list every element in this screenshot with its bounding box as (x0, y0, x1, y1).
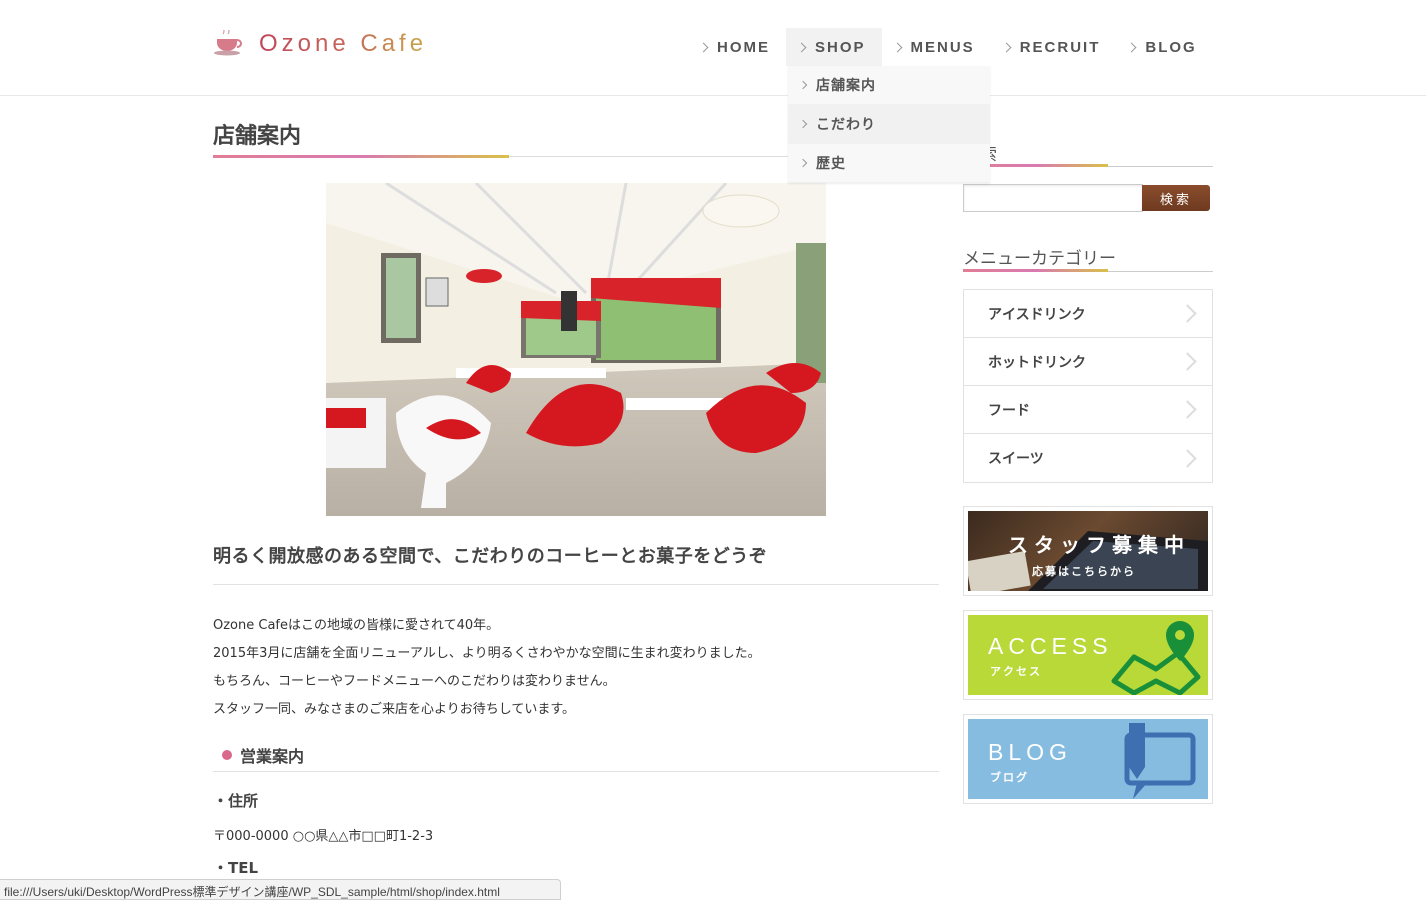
category-widget-title: メニューカテゴリー (963, 249, 1116, 269)
chevron-right-icon (892, 42, 902, 52)
search-button[interactable]: 検索 (1142, 185, 1210, 211)
main-nav: HOME SHOP MENUS RECRUIT BLOG (688, 28, 1213, 66)
banner-image: スタッフ募集中 応募はこちらから (968, 511, 1208, 591)
dropdown-label: こだわり (816, 117, 876, 133)
nav-shop[interactable]: SHOP (786, 28, 882, 66)
logo-text: Ozone Cafe (259, 30, 428, 57)
category-label: アイスドリンク (988, 306, 1086, 323)
title-accent-bar (213, 155, 509, 158)
nav-recruit[interactable]: RECRUIT (991, 28, 1117, 66)
chevron-right-icon (798, 80, 808, 90)
shop-dropdown-menu: 店舗案内 こだわり 歴史 (788, 66, 990, 183)
banner-image: BLOG ブログ (968, 719, 1208, 799)
map-pin-icon (1111, 621, 1201, 695)
chevron-right-icon (1178, 352, 1197, 371)
category-label: ホットドリンク (988, 354, 1086, 371)
dropdown-label: 歴史 (816, 156, 846, 172)
nav-label: BLOG (1145, 38, 1197, 56)
widget-accent-bar (963, 269, 1108, 272)
category-item-food[interactable]: フード (964, 386, 1212, 434)
business-info-heading: 営業案内 (213, 739, 939, 772)
lead-divider (213, 584, 939, 585)
coffee-cup-icon (213, 28, 245, 58)
chevron-right-icon (798, 119, 808, 129)
category-label: スイーツ (988, 451, 1044, 467)
page-title: 店舗案内 (213, 124, 302, 149)
blog-banner[interactable]: BLOG ブログ (963, 714, 1213, 804)
dropdown-item-kodawari[interactable]: こだわり (788, 105, 990, 144)
chevron-right-icon (1126, 42, 1137, 52)
search-input[interactable] (963, 184, 1143, 212)
nav-label: HOME (717, 38, 770, 56)
dropdown-item-shop-info[interactable]: 店舗案内 (788, 66, 990, 105)
pen-speech-icon (1124, 723, 1196, 799)
chevron-right-icon (1178, 448, 1197, 468)
site-logo[interactable]: Ozone Cafe (213, 28, 428, 58)
intro-text: Ozone Cafeはこの地域の皆様に愛されて40年。 2015年3月に店舗を全… (213, 612, 761, 724)
chevron-right-icon (1178, 304, 1197, 323)
chevron-right-icon (1001, 42, 1012, 52)
banner-title: スタッフ募集中 (1008, 533, 1190, 557)
nav-label: MENUS (910, 38, 975, 56)
category-item-ice-drink[interactable]: アイスドリンク (964, 290, 1212, 338)
cafe-interior-photo (326, 183, 826, 516)
intro-paragraph: もちろん、コーヒーやフードメニューへのこだわりは変わりません。 (213, 674, 616, 689)
tel-label: ・TEL (213, 859, 259, 877)
chevron-right-icon (798, 158, 808, 168)
address-label: ・住所 (213, 792, 259, 810)
banner-title: ACCESS (988, 633, 1113, 659)
nav-home[interactable]: HOME (688, 28, 786, 66)
nav-label: RECRUIT (1019, 38, 1101, 56)
section-heading-text: 営業案内 (240, 747, 305, 766)
banner-subtitle: 応募はこちらから (1032, 565, 1136, 578)
nav-label: SHOP (815, 38, 866, 56)
intro-paragraph: 2015年3月に店舗を全面リニューアルし、より明るくさわやかな空間に生まれ変わり… (213, 646, 761, 661)
category-label: フード (988, 402, 1030, 419)
category-item-sweets[interactable]: スイーツ (964, 434, 1212, 482)
nav-blog[interactable]: BLOG (1116, 28, 1212, 66)
lead-heading: 明るく開放感のある空間で、こだわりのコーヒーとお菓子をどうぞ (213, 546, 768, 567)
dropdown-item-history[interactable]: 歴史 (788, 144, 990, 183)
chevron-right-icon (1178, 400, 1197, 419)
intro-paragraph: Ozone Cafeはこの地域の皆様に愛されて40年。 (213, 618, 500, 633)
access-banner[interactable]: ACCESS アクセス (963, 610, 1213, 700)
browser-status-url: file:///Users/uki/Desktop/WordPress標準デザイ… (0, 879, 561, 900)
chevron-right-icon (698, 42, 709, 52)
site-header: Ozone Cafe HOME SHOP MENUS RECRUIT BLOG (0, 0, 1426, 96)
banner-title: BLOG (988, 739, 1072, 765)
banner-subtitle: ブログ (990, 771, 1029, 784)
address-value: 〒000-0000 ○○県△△市□□町1-2-3 (213, 829, 434, 844)
banner-subtitle: アクセス (990, 665, 1042, 678)
category-list: アイスドリンク ホットドリンク フード スイーツ (963, 289, 1213, 483)
staff-recruit-banner[interactable]: スタッフ募集中 応募はこちらから (963, 506, 1213, 596)
category-item-hot-drink[interactable]: ホットドリンク (964, 338, 1212, 386)
banner-image: ACCESS アクセス (968, 615, 1208, 695)
bullet-dot-icon (222, 750, 232, 760)
dropdown-label: 店舗案内 (816, 78, 876, 94)
nav-menus[interactable]: MENUS (882, 28, 991, 66)
chevron-right-icon (796, 42, 807, 52)
intro-paragraph: スタッフ一同、みなさまのご来店を心よりお待ちしています。 (213, 702, 576, 717)
